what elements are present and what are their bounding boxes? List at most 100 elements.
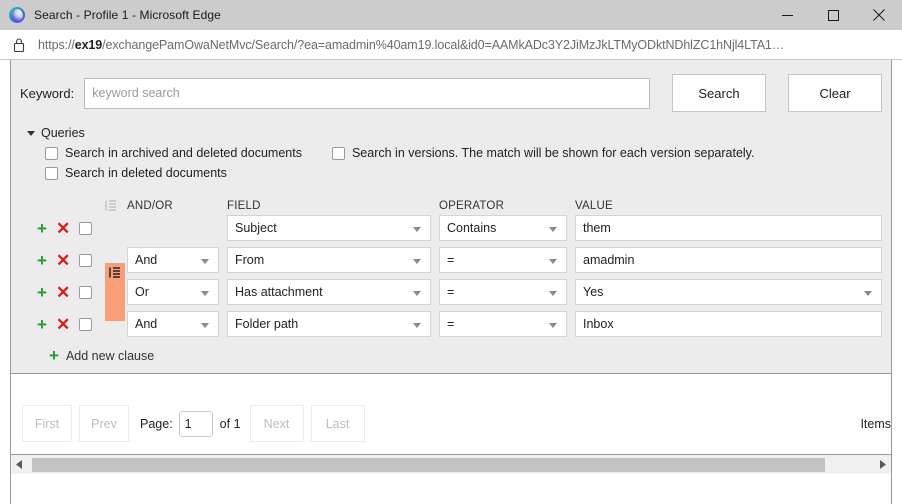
field-select-3-value: Has attachment	[235, 285, 323, 299]
add-new-clause-button[interactable]: + Add new clause	[11, 340, 891, 373]
clear-button[interactable]: Clear	[788, 74, 882, 112]
clause-table: AND/OR FIELD OPERATOR VALUE + ✕	[11, 186, 891, 373]
value-input-1[interactable]	[575, 215, 882, 241]
last-page-button[interactable]: Last	[311, 405, 365, 442]
value-input-2[interactable]	[575, 247, 882, 273]
add-clause-icon[interactable]: +	[37, 220, 47, 237]
checkbox-search-versions[interactable]	[332, 147, 345, 160]
chevron-down-icon	[549, 227, 557, 232]
row-andor-cell-2: And	[127, 247, 227, 273]
minimize-button[interactable]	[764, 0, 810, 30]
horizontal-scrollbar[interactable]	[11, 454, 891, 474]
value-select-3-value: Yes	[583, 285, 603, 299]
row-value-cell-1	[575, 215, 891, 241]
close-button[interactable]	[856, 0, 902, 30]
row-operator-cell-4: =	[439, 311, 575, 337]
operator-select-1[interactable]: Contains	[439, 215, 567, 241]
page-number-input[interactable]	[179, 411, 213, 437]
queries-label: Queries	[41, 126, 85, 140]
andor-select-4[interactable]: And	[127, 311, 219, 337]
content-wrapper: Keyword: Search Clear Queries Search in …	[0, 60, 902, 504]
table-row: + ✕ And Folder p	[11, 308, 891, 340]
checkbox-search-deleted[interactable]	[45, 167, 58, 180]
pagination: First Prev Page: of 1 Next Last Items	[11, 405, 891, 454]
scroll-left-arrow-icon[interactable]	[11, 455, 27, 475]
page-label: Page:	[140, 417, 173, 431]
remove-clause-icon[interactable]: ✕	[56, 220, 70, 237]
checkbox-search-versions-label: Search in versions. The match will be sh…	[352, 146, 755, 160]
queries-checkbox-row-1: Search in archived and deleted documents…	[11, 146, 891, 160]
first-page-button[interactable]: First	[22, 405, 72, 442]
row-field-cell-1: Subject	[227, 215, 439, 241]
row-actions-3: + ✕	[11, 284, 79, 301]
header-group	[105, 187, 127, 212]
window-controls	[764, 0, 902, 30]
field-select-3[interactable]: Has attachment	[227, 279, 431, 305]
chevron-down-icon	[413, 259, 421, 264]
row-checkbox-1[interactable]	[79, 222, 92, 235]
prev-page-button[interactable]: Prev	[79, 405, 129, 442]
row-checkbox-4[interactable]	[79, 318, 92, 331]
row-select-cell-2	[79, 254, 105, 267]
scrollbar-track[interactable]	[27, 455, 875, 475]
chevron-down-icon	[27, 131, 35, 136]
row-value-cell-3: Yes	[575, 279, 891, 305]
scroll-right-arrow-icon[interactable]	[875, 455, 891, 475]
andor-select-3[interactable]: Or	[127, 279, 219, 305]
value-input-4[interactable]	[575, 311, 882, 337]
queries-toggle[interactable]: Queries	[11, 126, 891, 140]
keyword-input[interactable]	[84, 78, 650, 109]
header-field: FIELD	[227, 200, 439, 212]
operator-select-3[interactable]: =	[439, 279, 567, 305]
operator-select-2-value: =	[447, 253, 454, 267]
operator-select-2[interactable]: =	[439, 247, 567, 273]
field-select-4[interactable]: Folder path	[227, 311, 431, 337]
row-checkbox-3[interactable]	[79, 286, 92, 299]
scrollbar-thumb[interactable]	[32, 458, 825, 472]
table-row: + ✕ Subject	[11, 212, 891, 244]
row-actions-1: + ✕	[11, 220, 79, 237]
field-select-2-value: From	[235, 253, 264, 267]
url-prefix: https://	[38, 38, 75, 52]
title-bar: Search - Profile 1 - Microsoft Edge	[0, 0, 902, 30]
row-operator-cell-2: =	[439, 247, 575, 273]
chevron-down-icon	[864, 291, 872, 296]
add-clause-icon[interactable]: +	[37, 252, 47, 269]
operator-select-4[interactable]: =	[439, 311, 567, 337]
chevron-down-icon	[201, 291, 209, 296]
next-page-button[interactable]: Next	[250, 405, 304, 442]
row-select-cell-4	[79, 318, 105, 331]
maximize-button[interactable]	[810, 0, 856, 30]
chevron-down-icon	[201, 259, 209, 264]
table-row: + ✕ Or Has attac	[11, 276, 891, 308]
search-button[interactable]: Search	[672, 74, 766, 112]
row-field-cell-2: From	[227, 247, 439, 273]
chevron-down-icon	[413, 323, 421, 328]
row-value-cell-4	[575, 311, 891, 337]
row-operator-cell-1: Contains	[439, 215, 575, 241]
add-clause-icon[interactable]: +	[37, 316, 47, 333]
address-bar[interactable]: https://ex19/exchangePamOwaNetMvc/Search…	[0, 30, 902, 60]
header-value: VALUE	[575, 200, 891, 212]
remove-clause-icon[interactable]: ✕	[56, 252, 70, 269]
row-actions-4: + ✕	[11, 316, 79, 333]
address-url[interactable]: https://ex19/exchangePamOwaNetMvc/Search…	[38, 38, 798, 52]
row-select-cell-3	[79, 286, 105, 299]
chevron-down-icon	[549, 323, 557, 328]
field-select-2[interactable]: From	[227, 247, 431, 273]
group-list-icon[interactable]	[105, 199, 127, 212]
chevron-down-icon	[413, 291, 421, 296]
value-select-3[interactable]: Yes	[575, 279, 882, 305]
row-andor-cell-4: And	[127, 311, 227, 337]
checkbox-search-archived-deleted[interactable]	[45, 147, 58, 160]
andor-select-2[interactable]: And	[127, 247, 219, 273]
row-andor-cell-3: Or	[127, 279, 227, 305]
remove-clause-icon[interactable]: ✕	[56, 316, 70, 333]
field-select-1[interactable]: Subject	[227, 215, 431, 241]
add-new-clause-label: Add new clause	[66, 349, 154, 363]
chevron-down-icon	[549, 291, 557, 296]
field-select-1-value: Subject	[235, 221, 277, 235]
row-checkbox-2[interactable]	[79, 254, 92, 267]
remove-clause-icon[interactable]: ✕	[56, 284, 70, 301]
add-clause-icon[interactable]: +	[37, 284, 47, 301]
